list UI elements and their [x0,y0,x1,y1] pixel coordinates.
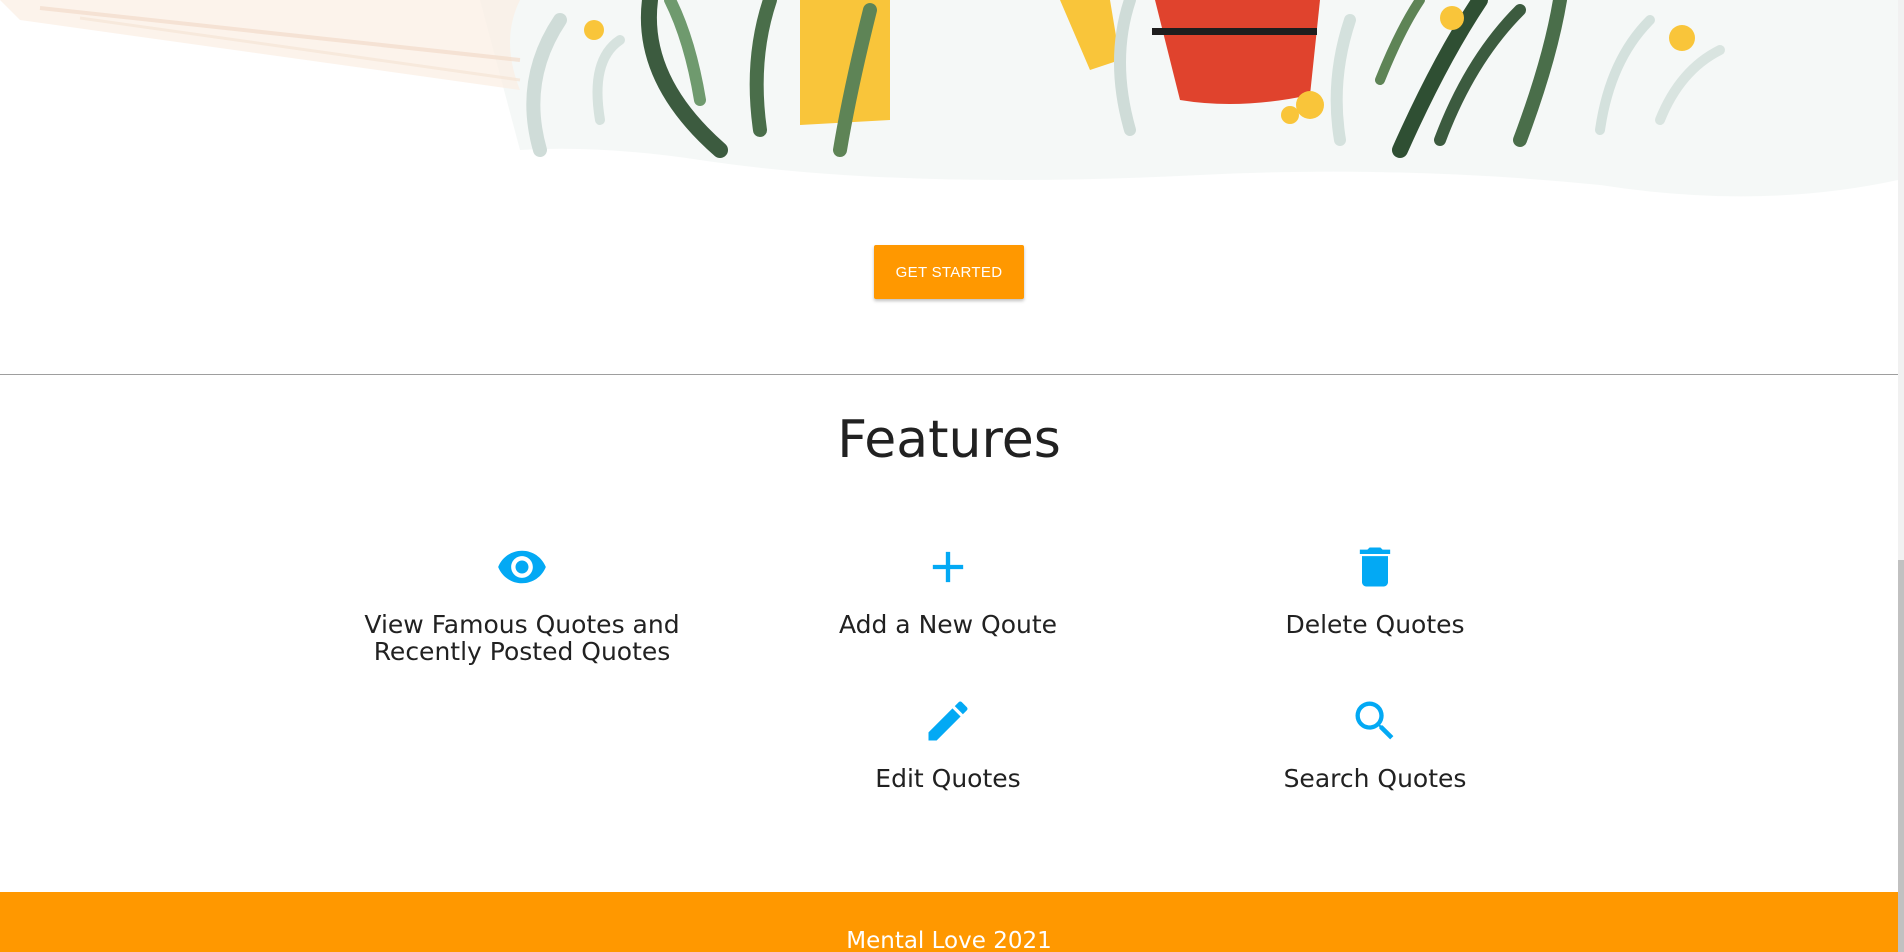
pencil-icon [928,701,968,741]
feature-delete-quotes: Delete Quotes [1165,541,1585,638]
feature-label: View Famous Quotes and Recently Posted Q… [364,610,680,666]
search-icon [1355,701,1394,740]
features-heading: Features [837,410,1061,470]
vertical-scrollbar[interactable] [1898,0,1904,952]
get-started-button[interactable]: GET STARTED [874,245,1024,299]
trash-icon [1359,547,1391,587]
feature-label: Search Quotes [1283,764,1467,793]
feature-search-quotes: Search Quotes [1165,695,1585,792]
cta-container: GET STARTED [0,245,1898,299]
feature-label: Add a New Qoute [838,610,1058,639]
page: GET STARTED Features View Famous Quotes … [0,0,1904,952]
section-divider [0,374,1898,375]
plants-illustration [0,0,1898,197]
plus-icon [932,551,964,583]
feature-add-quote: Add a New Qoute [738,541,1158,638]
footer: Mental Love 2021 [0,892,1898,952]
feature-edit-quotes: Edit Quotes [738,695,1158,792]
eye-icon [498,550,546,584]
footer-copyright: Mental Love 2021 [846,928,1052,952]
main-content: GET STARTED Features View Famous Quotes … [0,0,1898,952]
feature-view-quotes: View Famous Quotes and Recently Posted Q… [312,541,732,665]
hero-illustration [0,0,1898,215]
feature-label: Delete Quotes [1285,610,1465,639]
feature-label: Edit Quotes [875,764,1021,793]
scrollbar-thumb[interactable] [1898,560,1904,952]
